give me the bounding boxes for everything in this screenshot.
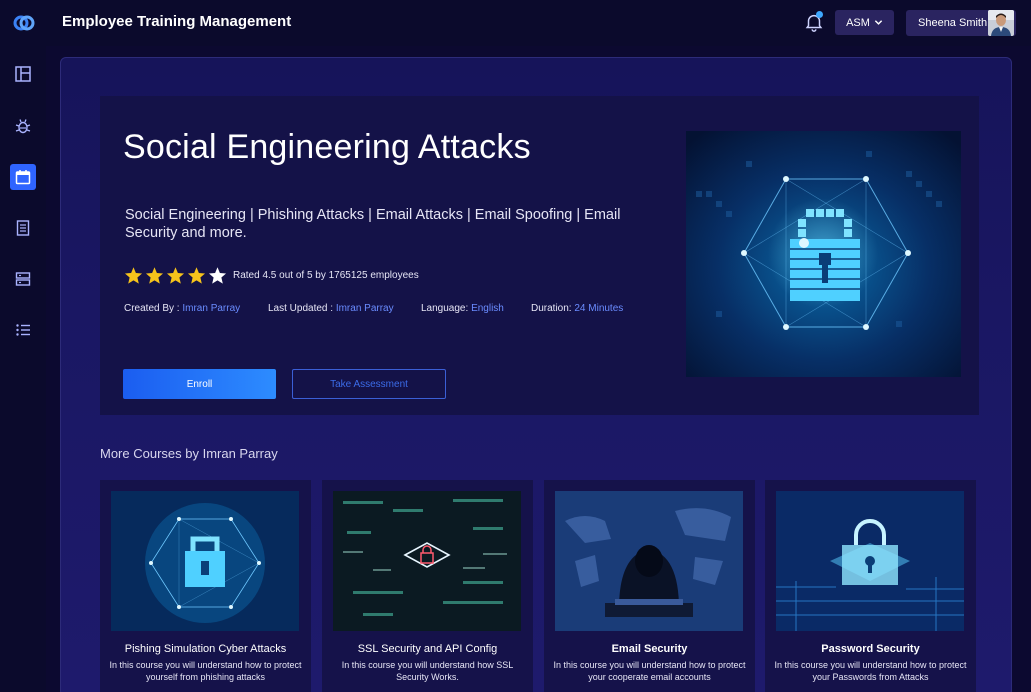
- star-icon: [124, 267, 143, 284]
- last-updated-label: Last Updated :: [268, 303, 336, 314]
- rating-text: Rated 4.5 out of 5 by 1765125 employees: [233, 270, 419, 281]
- user-name: Sheena Smith: [918, 17, 988, 29]
- card-image: [555, 491, 743, 631]
- course-card-ssl[interactable]: SSL Security and API Config In this cour…: [322, 480, 533, 692]
- sidebar-item-calendar[interactable]: [10, 164, 36, 190]
- course-card-phishing[interactable]: Pishing Simulation Cyber Attacks In this…: [100, 480, 311, 692]
- course-card-email[interactable]: Email Security In this course you will u…: [544, 480, 755, 692]
- course-image: [686, 131, 961, 377]
- duration-value: 24 Minutes: [574, 303, 624, 314]
- sidebar-item-storage[interactable]: [10, 266, 36, 292]
- notification-dot: [816, 11, 823, 18]
- language-value: English: [471, 303, 504, 314]
- star-icon: [187, 267, 206, 284]
- sidebar-item-documents[interactable]: [10, 215, 36, 241]
- layout-icon: [15, 66, 31, 82]
- duration-label: Duration:: [531, 303, 575, 314]
- sidebar: [0, 46, 46, 692]
- card-description: In this course you will understand how t…: [109, 660, 302, 682]
- card-image: [111, 491, 299, 631]
- card-title: Pishing Simulation Cyber Attacks: [124, 643, 287, 655]
- card-image: [776, 491, 964, 631]
- created-by: Created By : Imran Parray: [124, 303, 240, 314]
- course-card-password[interactable]: Password Security In this course you wil…: [765, 480, 976, 692]
- course-title: Social Engineering Attacks: [123, 128, 531, 166]
- org-selector[interactable]: ASM: [835, 10, 894, 35]
- server-icon: [15, 272, 31, 286]
- last-updated: Last Updated : Imran Parray: [268, 303, 394, 314]
- calendar-icon: [15, 170, 31, 185]
- star-icon: [166, 267, 185, 284]
- org-selector-label: ASM: [846, 16, 870, 29]
- enroll-button[interactable]: Enroll: [123, 369, 276, 399]
- logo-icon[interactable]: [12, 11, 36, 35]
- sidebar-item-dashboard[interactable]: [10, 61, 36, 87]
- avatar[interactable]: [988, 10, 1014, 36]
- bug-icon: [15, 119, 31, 134]
- card-title: Email Security: [611, 643, 688, 655]
- sidebar-item-list[interactable]: [10, 317, 36, 343]
- sidebar-item-bugs[interactable]: [10, 113, 36, 139]
- star-icon: [208, 267, 227, 284]
- list-icon: [16, 324, 30, 336]
- take-assessment-button[interactable]: Take Assessment: [292, 369, 446, 399]
- more-courses-title: More Courses by Imran Parray: [100, 446, 278, 461]
- card-description: In this course you will understand how t…: [774, 660, 967, 682]
- card-description: In this course you will understand how t…: [553, 660, 746, 682]
- user-menu[interactable]: Sheena Smith: [906, 10, 1016, 36]
- app-title: Employee Training Management: [62, 13, 292, 30]
- last-updated-value[interactable]: Imran Parray: [336, 303, 394, 314]
- rating-stars: [124, 266, 227, 285]
- course-tags: Social Engineering | Phishing Attacks | …: [125, 207, 621, 241]
- language: Language: English: [421, 303, 504, 314]
- card-title: SSL Security and API Config: [357, 643, 498, 655]
- star-icon: [145, 267, 164, 284]
- top-bar: Employee Training Management ASM Sheena …: [0, 0, 1031, 46]
- duration: Duration: 24 Minutes: [531, 303, 623, 314]
- card-title: Password Security: [821, 643, 920, 655]
- document-icon: [16, 220, 30, 236]
- created-by-value[interactable]: Imran Parray: [182, 303, 240, 314]
- card-description: In this course you will understand how S…: [341, 660, 514, 682]
- chevron-down-icon: [874, 20, 883, 25]
- language-label: Language:: [421, 303, 472, 314]
- card-image: [333, 491, 521, 631]
- created-by-label: Created By :: [124, 303, 183, 314]
